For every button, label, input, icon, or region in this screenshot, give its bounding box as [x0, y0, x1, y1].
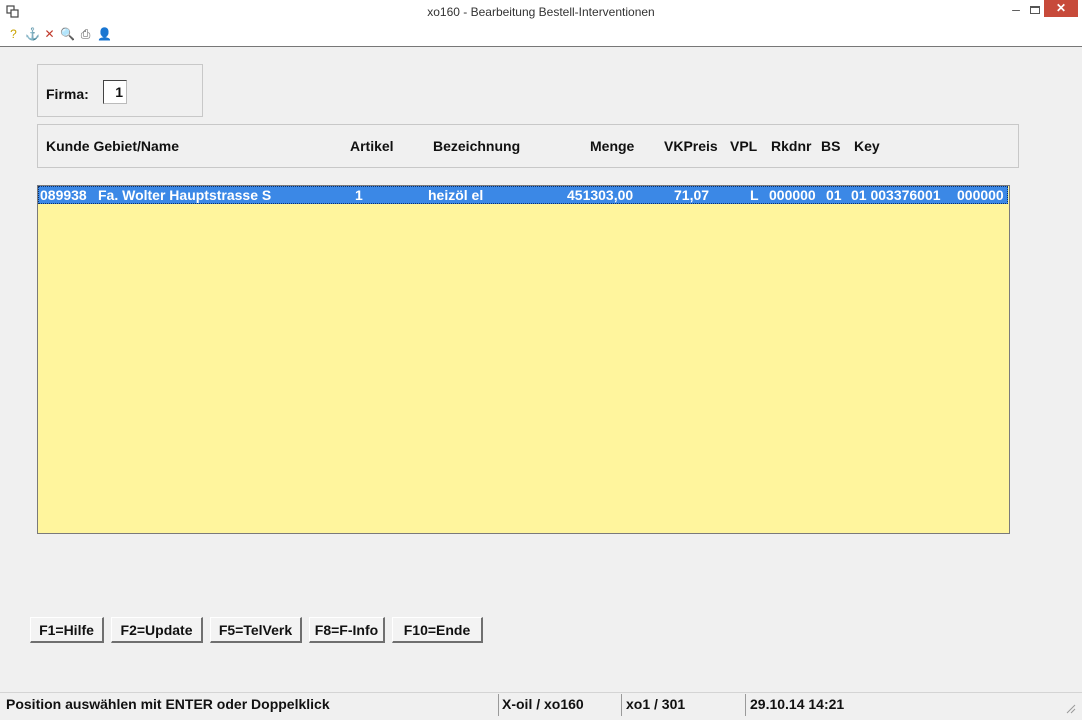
- status-program: X-oil / xo160: [502, 696, 584, 712]
- header-kunde: Kunde Gebiet/Name: [46, 138, 180, 154]
- header-bs: BS: [821, 138, 841, 154]
- help-icon[interactable]: ?: [7, 28, 20, 41]
- firma-label: Firma:: [46, 86, 89, 102]
- row-vpl: L: [750, 187, 759, 203]
- toolbar: [0, 24, 1082, 46]
- row-vkpreis: 71,07: [674, 187, 710, 203]
- row-kunde-nr: 089938: [40, 187, 87, 203]
- status-divider: [621, 694, 622, 716]
- f10-end-button[interactable]: F10=Ende: [392, 617, 483, 643]
- toolbar-divider: [0, 46, 1082, 47]
- row-artikel: 1: [355, 187, 363, 203]
- anchor-icon[interactable]: ⚓: [25, 28, 40, 41]
- resize-grip-icon[interactable]: [1064, 702, 1076, 714]
- status-divider: [745, 694, 746, 716]
- row-name: Fa. Wolter Hauptstrasse S: [98, 187, 272, 203]
- row-bezeichnung: heizöl el: [428, 187, 484, 203]
- minimize-button[interactable]: –: [1006, 0, 1026, 20]
- status-message: Position auswählen mit ENTER oder Doppel…: [6, 696, 330, 712]
- header-vpl: VPL: [730, 138, 758, 154]
- maximize-icon: [1030, 6, 1040, 14]
- header-rkdnr: Rkdnr: [771, 138, 812, 154]
- status-divider: [498, 694, 499, 716]
- firma-input[interactable]: 1: [103, 80, 127, 104]
- close-button[interactable]: ✕: [1044, 0, 1078, 17]
- header-key: Key: [854, 138, 880, 154]
- delete-icon[interactable]: ✕: [43, 28, 56, 41]
- f8-finfo-button[interactable]: F8=F-Info: [309, 617, 385, 643]
- status-datetime: 29.10.14 14:21: [750, 696, 845, 712]
- print-icon[interactable]: ⎙: [79, 28, 92, 41]
- search-icon[interactable]: 🔍: [60, 28, 75, 41]
- maximize-button[interactable]: [1026, 0, 1044, 20]
- row-bs: 01: [826, 187, 842, 203]
- header-bezeichnung: Bezeichnung: [433, 138, 521, 154]
- header-vkpreis: VKPreis: [664, 138, 718, 154]
- row-rkdnr: 000000: [769, 187, 816, 203]
- row-menge: 451303,00: [567, 187, 634, 203]
- order-list[interactable]: [37, 185, 1010, 534]
- status-user: xo1 / 301: [626, 696, 686, 712]
- user-icon[interactable]: 👤: [97, 28, 112, 41]
- f5-telverk-button[interactable]: F5=TelVerk: [210, 617, 302, 643]
- row-extra: 000000: [957, 187, 1004, 203]
- header-menge: Menge: [590, 138, 635, 154]
- row-key: 01 003376001: [851, 187, 941, 203]
- window-title: xo160 - Bearbeitung Bestell-Intervention…: [427, 5, 655, 19]
- header-artikel: Artikel: [350, 138, 394, 154]
- f2-update-button[interactable]: F2=Update: [111, 617, 203, 643]
- f1-help-button[interactable]: F1=Hilfe: [30, 617, 104, 643]
